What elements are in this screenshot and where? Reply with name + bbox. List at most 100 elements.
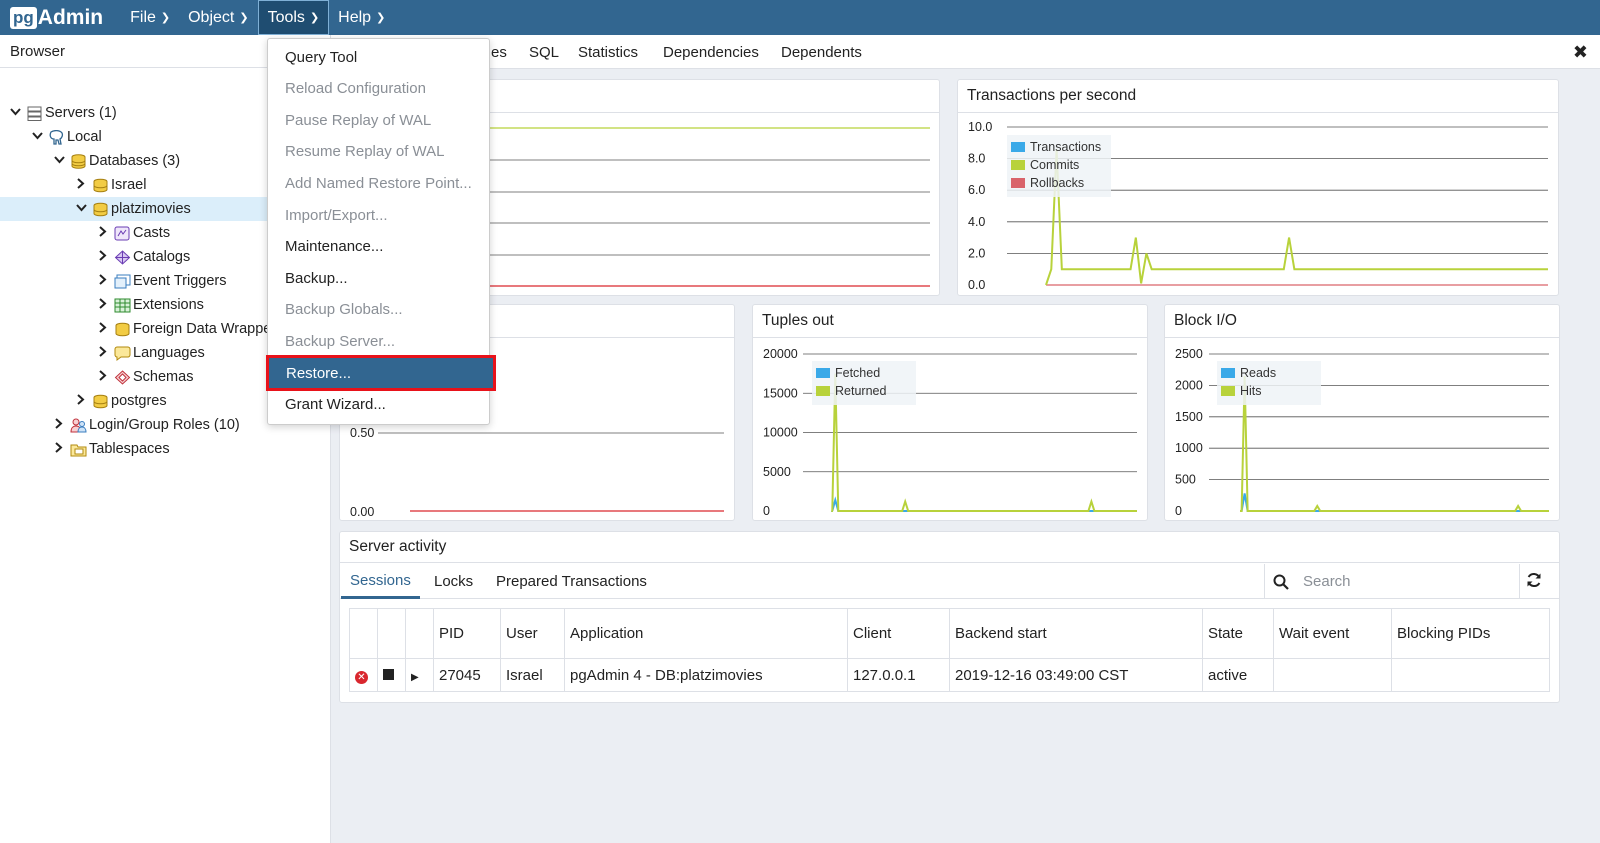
tree-item-label: platzimovies (111, 201, 191, 217)
chevron-down-icon: ❯ (239, 12, 249, 24)
chevron-right-icon[interactable] (96, 274, 110, 288)
table-row: ✕ ▶ 27045 Israel pgAdmin 4 - DB:platzimo… (349, 658, 1550, 692)
legend-label: Returned (835, 384, 886, 398)
y-tick-label: 500 (1175, 473, 1196, 487)
cell-application: pgAdmin 4 - DB:platzimovies (564, 658, 848, 692)
tree-item-content: Local (30, 129, 102, 145)
chevron-right-icon[interactable] (52, 418, 66, 432)
y-tick-label: 8.0 (968, 152, 985, 166)
tools-menu-item-maintenance[interactable]: Maintenance... (268, 232, 489, 262)
chevron-right-icon[interactable] (96, 298, 110, 312)
series-line-reads (1240, 493, 1549, 512)
logo-pg: pg (10, 6, 37, 29)
chevron-down-icon[interactable] (30, 131, 44, 143)
tools-menu-item-resume-replay-of-wal[interactable]: Resume Replay of WAL (268, 137, 489, 167)
tablespaces-icon (70, 442, 87, 457)
tools-menu-item-backup[interactable]: Backup... (268, 263, 489, 293)
y-tick-label: 2500 (1175, 347, 1203, 361)
terminate-session-cell[interactable] (377, 658, 406, 692)
tree-item-label: Local (67, 129, 102, 145)
chevron-right-icon[interactable] (96, 322, 110, 336)
tab-dependents[interactable]: Dependents (781, 35, 862, 69)
database-icon (92, 178, 109, 193)
menu-help[interactable]: Help ❯ (329, 0, 394, 35)
chevron-right-icon[interactable] (96, 250, 110, 264)
chevron-down-icon[interactable] (74, 203, 88, 215)
column-header-user[interactable]: User (500, 608, 565, 659)
languages-icon (114, 346, 131, 361)
expand-row-cell[interactable]: ▶ (405, 658, 434, 692)
legend-label: Transactions (1030, 140, 1101, 154)
tools-menu-item-add-named-restore-point[interactable]: Add Named Restore Point... (268, 168, 489, 198)
table-header-row: PID User Application Client Backend star… (349, 608, 1550, 659)
legend-label: Fetched (835, 366, 880, 380)
tools-menu-item-backup-server[interactable]: Backup Server... (268, 326, 489, 356)
refresh-icon[interactable] (1526, 572, 1542, 591)
chevron-down-icon[interactable] (52, 155, 66, 167)
tools-menu-item-import-export[interactable]: Import/Export... (268, 200, 489, 230)
search-input[interactable] (1303, 573, 1503, 590)
browser-title: Browser (10, 42, 66, 60)
chart-4: 2500 2000 1500 1000 500 0 Reads Hits (1175, 347, 1549, 518)
caret-right-icon[interactable]: ▶ (411, 672, 419, 683)
column-header-wait-event[interactable]: Wait event (1273, 608, 1392, 659)
menu-tools[interactable]: Tools ❯ (257, 0, 330, 35)
tab-sql[interactable]: SQL (529, 35, 559, 69)
y-tick-label: 1500 (1175, 410, 1203, 424)
chevron-right-icon[interactable] (96, 226, 110, 240)
chevron-right-icon[interactable] (96, 346, 110, 360)
column-header-blocking-pids[interactable]: Blocking PIDs (1391, 608, 1550, 659)
chevron-right-icon[interactable] (74, 394, 88, 408)
menu-file[interactable]: File ❯ (121, 0, 179, 35)
tree-item-content: Servers (1) (8, 105, 117, 121)
column-header-application[interactable]: Application (564, 608, 848, 659)
tools-menu-item-grant-wizard[interactable]: Grant Wizard... (268, 390, 489, 420)
y-tick-label: 0.50 (350, 426, 374, 440)
chevron-right-icon[interactable] (74, 178, 88, 192)
legend-label: Commits (1030, 158, 1079, 172)
chevron-right-icon[interactable] (96, 370, 110, 384)
y-tick-label: 10000 (763, 426, 798, 440)
column-header-backend-start[interactable]: Backend start (949, 608, 1203, 659)
tree-item-content: Extensions (96, 297, 204, 313)
chart-title: Transactions per second (958, 80, 1558, 113)
tree-item-label: Tablespaces (89, 441, 170, 457)
chart-3: 20000 15000 10000 5000 0 Fetched Returned (763, 347, 1137, 518)
tab-dependencies[interactable]: Dependencies (663, 35, 759, 69)
tree-item[interactable]: Tablespaces (0, 437, 330, 461)
tab-prepared-transactions[interactable]: Prepared Transactions (496, 564, 647, 599)
database-icon (92, 394, 109, 409)
cancel-query-cell[interactable]: ✕ (349, 658, 378, 692)
y-tick-label: 0.0 (968, 278, 985, 292)
tree-item-label: Extensions (133, 297, 204, 313)
tools-menu-item-backup-globals[interactable]: Backup Globals... (268, 295, 489, 325)
column-header-client[interactable]: Client (847, 608, 950, 659)
tab-locks[interactable]: Locks (434, 564, 473, 599)
cell-wait-event (1273, 658, 1392, 692)
legend-swatch (1221, 386, 1235, 396)
tree-item-label: Login/Group Roles (10) (89, 417, 240, 433)
tab-properties[interactable]: es (491, 35, 507, 69)
tools-menu-item-restore[interactable]: Restore... (266, 355, 496, 391)
tools-menu-item-reload-configuration[interactable]: Reload Configuration (268, 74, 489, 104)
tree-item-label: postgres (111, 393, 167, 409)
activity-tabs: Sessions Locks Prepared Transactions (340, 564, 1559, 599)
chevron-right-icon[interactable] (52, 442, 66, 456)
tree-item-content: platzimovies (74, 201, 191, 217)
stop-icon[interactable] (383, 668, 394, 680)
cancel-icon[interactable]: ✕ (355, 670, 368, 684)
legend-swatch (816, 386, 830, 396)
close-icon[interactable]: ✖ (1573, 42, 1588, 63)
cell-blocking-pids (1391, 658, 1550, 692)
tab-sessions[interactable]: Sessions (341, 564, 420, 599)
tab-statistics[interactable]: Statistics (578, 35, 638, 69)
y-tick-label: 1000 (1175, 441, 1203, 455)
legend-swatch (1011, 178, 1025, 188)
column-header-pid[interactable]: PID (433, 608, 501, 659)
column-header-expand (405, 608, 434, 659)
menu-object[interactable]: Object ❯ (179, 0, 257, 35)
tools-menu-item-pause-replay-of-wal[interactable]: Pause Replay of WAL (268, 105, 489, 135)
tools-menu-item-query-tool[interactable]: Query Tool (268, 42, 489, 72)
column-header-state[interactable]: State (1202, 608, 1274, 659)
chevron-down-icon[interactable] (8, 107, 22, 119)
